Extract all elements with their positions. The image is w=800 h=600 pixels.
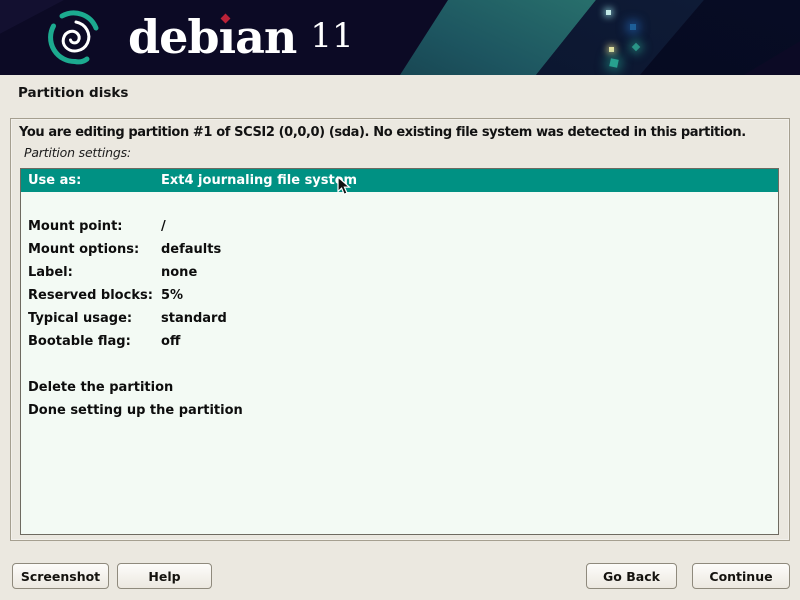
screenshot-button[interactable]: Screenshot bbox=[12, 563, 109, 589]
item-label: Mount point: bbox=[28, 219, 161, 234]
banner-sparkle bbox=[630, 24, 636, 30]
help-button[interactable]: Help bbox=[117, 563, 212, 589]
item-value: none bbox=[161, 265, 778, 280]
list-item-label[interactable]: Label: none bbox=[21, 261, 778, 284]
debian-logo-icon bbox=[45, 7, 105, 69]
list-item-blank bbox=[21, 353, 778, 376]
banner-sparkle bbox=[609, 47, 614, 52]
item-value: 5% bbox=[161, 288, 778, 303]
debian-wordmark: debıan 11 bbox=[128, 8, 354, 68]
item-value: Ext4 journaling file system bbox=[161, 173, 778, 188]
continue-button[interactable]: Continue bbox=[692, 563, 790, 589]
item-label: Label: bbox=[28, 265, 161, 280]
list-item-delete-partition[interactable]: Delete the partition bbox=[21, 376, 778, 399]
item-label: Mount options: bbox=[28, 242, 161, 257]
item-label: Delete the partition bbox=[28, 380, 173, 395]
list-item-reserved-blocks[interactable]: Reserved blocks: 5% bbox=[21, 284, 778, 307]
brand-text: deb bbox=[128, 10, 219, 64]
item-value: standard bbox=[161, 311, 778, 326]
banner-sparkle bbox=[606, 10, 611, 15]
version-number: 11 bbox=[310, 16, 353, 56]
mouse-cursor bbox=[337, 176, 351, 196]
list-item-bootable-flag[interactable]: Bootable flag: off bbox=[21, 330, 778, 353]
banner: debıan 11 bbox=[0, 0, 800, 75]
brand-text: an bbox=[235, 10, 296, 64]
list-item-mount-point[interactable]: Mount point: / bbox=[21, 215, 778, 238]
item-label: Use as: bbox=[28, 173, 161, 188]
item-value: / bbox=[161, 219, 778, 234]
item-label: Done setting up the partition bbox=[28, 403, 243, 418]
content-frame: You are editing partition #1 of SCSI2 (0… bbox=[10, 118, 790, 541]
list-item-blank bbox=[21, 192, 778, 215]
page-title: Partition disks bbox=[18, 85, 128, 101]
list-item-mount-options[interactable]: Mount options: defaults bbox=[21, 238, 778, 261]
list-item-done-setting-up[interactable]: Done setting up the partition bbox=[21, 399, 778, 422]
list-item-typical-usage[interactable]: Typical usage: standard bbox=[21, 307, 778, 330]
info-message: You are editing partition #1 of SCSI2 (0… bbox=[19, 125, 781, 140]
item-label: Reserved blocks: bbox=[28, 288, 161, 303]
partition-settings-list[interactable]: Use as: Ext4 journaling file system Moun… bbox=[20, 168, 779, 535]
brand-dotless-i: ı bbox=[219, 10, 235, 64]
item-label: Bootable flag: bbox=[28, 334, 161, 349]
partition-settings-label: Partition settings: bbox=[24, 145, 781, 160]
banner-sparkle bbox=[609, 58, 618, 67]
item-value: off bbox=[161, 334, 778, 349]
item-value: defaults bbox=[161, 242, 778, 257]
list-item-use-as[interactable]: Use as: Ext4 journaling file system bbox=[21, 169, 778, 192]
go-back-button[interactable]: Go Back bbox=[586, 563, 677, 589]
item-label: Typical usage: bbox=[28, 311, 161, 326]
